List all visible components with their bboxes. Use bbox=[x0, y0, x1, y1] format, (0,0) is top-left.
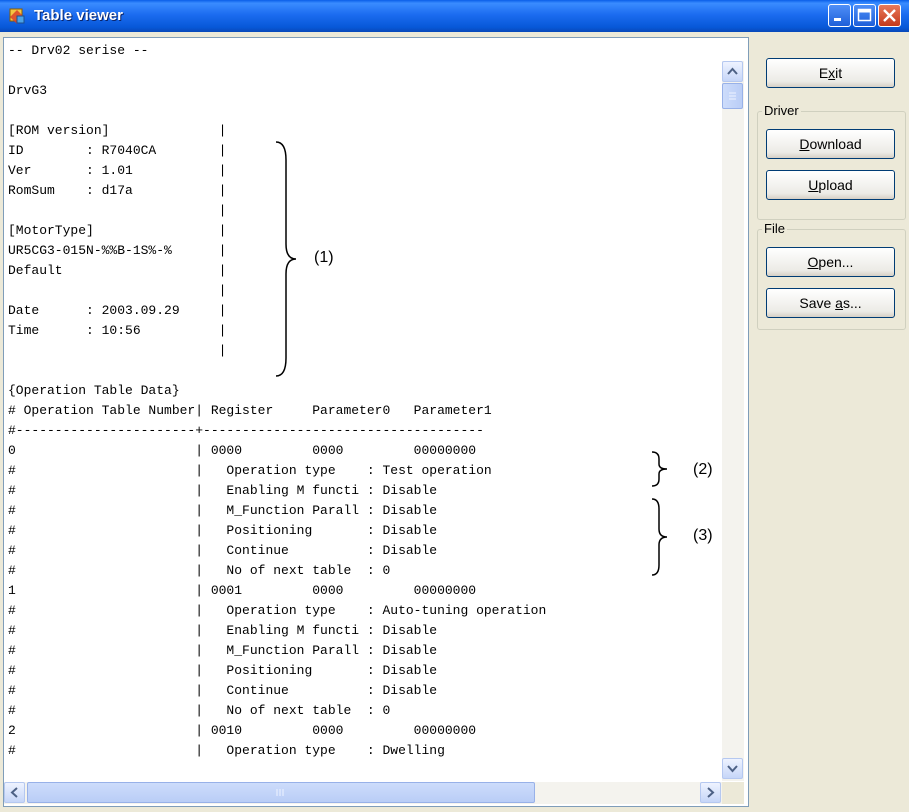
vertical-scroll-thumb[interactable] bbox=[722, 83, 743, 109]
driver-group-title: Driver bbox=[762, 103, 801, 118]
vertical-scrollbar[interactable] bbox=[722, 61, 744, 781]
text-line: # Operation Table Number| Register Param… bbox=[8, 403, 492, 418]
download-button[interactable]: Download bbox=[766, 129, 895, 159]
table-text-view[interactable]: -- Drv02 serise -- DrvG3 [ROM version] | ID… bbox=[3, 37, 749, 807]
exit-button[interactable]: Exit bbox=[766, 58, 895, 88]
save-as-button-accelerator: a bbox=[835, 295, 843, 311]
text-line: # | Enabling M functi : Disable bbox=[8, 623, 438, 638]
text-line: # | Positioning : Disable bbox=[8, 663, 438, 678]
scroll-down-button[interactable] bbox=[722, 758, 743, 779]
annotation-3: (3) bbox=[693, 527, 713, 544]
text-line bbox=[8, 61, 546, 81]
horizontal-scrollbar[interactable] bbox=[4, 782, 722, 804]
open-button[interactable]: Open... bbox=[766, 247, 895, 277]
table-viewer-app-icon[interactable] bbox=[8, 7, 26, 25]
minimize-button[interactable] bbox=[828, 4, 851, 27]
scroll-right-button[interactable] bbox=[700, 782, 721, 803]
text-line: # | Continue : Disable bbox=[8, 543, 438, 558]
text-line: 0 | 0000 0000 00000000 bbox=[8, 443, 477, 458]
text-line: # | M_Function Parall : Disable bbox=[8, 503, 438, 518]
scrollbar-corner bbox=[722, 782, 744, 804]
maximize-button[interactable] bbox=[853, 4, 876, 27]
upload-button-accelerator: U bbox=[808, 177, 819, 193]
table-viewer-window: Table viewer -- Drv02 serise -- DrvG3 [ROM… bbox=[0, 0, 909, 812]
brace-2 bbox=[651, 451, 668, 487]
text-line bbox=[8, 101, 546, 121]
arrow-down-icon bbox=[727, 765, 738, 773]
text-line: # | Enabling M functi : Disable bbox=[8, 483, 438, 498]
save-as-button[interactable]: Save as... bbox=[766, 288, 895, 318]
text-line: # | M_Function Parall : Disable bbox=[8, 643, 438, 658]
close-icon bbox=[883, 9, 896, 22]
text-line: 1 | 0001 0000 00000000 bbox=[8, 583, 477, 598]
brace-1 bbox=[275, 141, 297, 377]
scroll-up-button[interactable] bbox=[722, 61, 743, 82]
annotation-2: (2) bbox=[693, 461, 713, 478]
driver-group: Driver bbox=[757, 103, 906, 220]
file-group-title: File bbox=[762, 221, 787, 236]
text-line: 2 | 0010 0000 00000000 bbox=[8, 723, 477, 738]
download-button-accelerator: D bbox=[799, 136, 810, 152]
text-line: DrvG3 bbox=[8, 83, 48, 98]
text-line: # | No of next table : 0 bbox=[8, 703, 391, 718]
grip-icon bbox=[276, 789, 284, 796]
text-line: # | Positioning : Disable bbox=[8, 523, 438, 538]
text-line: {Operation Table Data} bbox=[8, 383, 180, 398]
horizontal-scroll-thumb[interactable] bbox=[27, 782, 535, 803]
open-button-accelerator: O bbox=[807, 254, 819, 270]
window-title: Table viewer bbox=[34, 7, 123, 24]
text-line: # | Operation type : Test operation bbox=[8, 463, 492, 478]
text-line: # | No of next table : 0 bbox=[8, 563, 391, 578]
arrow-right-icon bbox=[707, 787, 715, 798]
annotation-1: (1) bbox=[314, 249, 334, 266]
upload-button[interactable]: Upload bbox=[766, 170, 895, 200]
grip-icon bbox=[729, 92, 736, 100]
maximize-icon bbox=[857, 8, 872, 22]
scroll-left-button[interactable] bbox=[4, 782, 25, 803]
title-bar[interactable]: Table viewer bbox=[0, 0, 909, 32]
text-line: [ROM version] | bbox=[8, 123, 227, 138]
text-line: # | Operation type : Dwelling bbox=[8, 743, 445, 758]
text-line: -- Drv02 serise -- bbox=[8, 43, 149, 58]
arrow-left-icon bbox=[10, 787, 18, 798]
text-line: #-----------------------+---------------… bbox=[8, 423, 484, 438]
text-line: # | Operation type : Auto-tuning operati… bbox=[8, 603, 547, 618]
close-button[interactable] bbox=[878, 4, 901, 27]
arrow-up-icon bbox=[727, 67, 738, 75]
minimize-icon bbox=[834, 18, 841, 21]
text-line: # | Continue : Disable bbox=[8, 683, 438, 698]
brace-3 bbox=[651, 498, 668, 576]
